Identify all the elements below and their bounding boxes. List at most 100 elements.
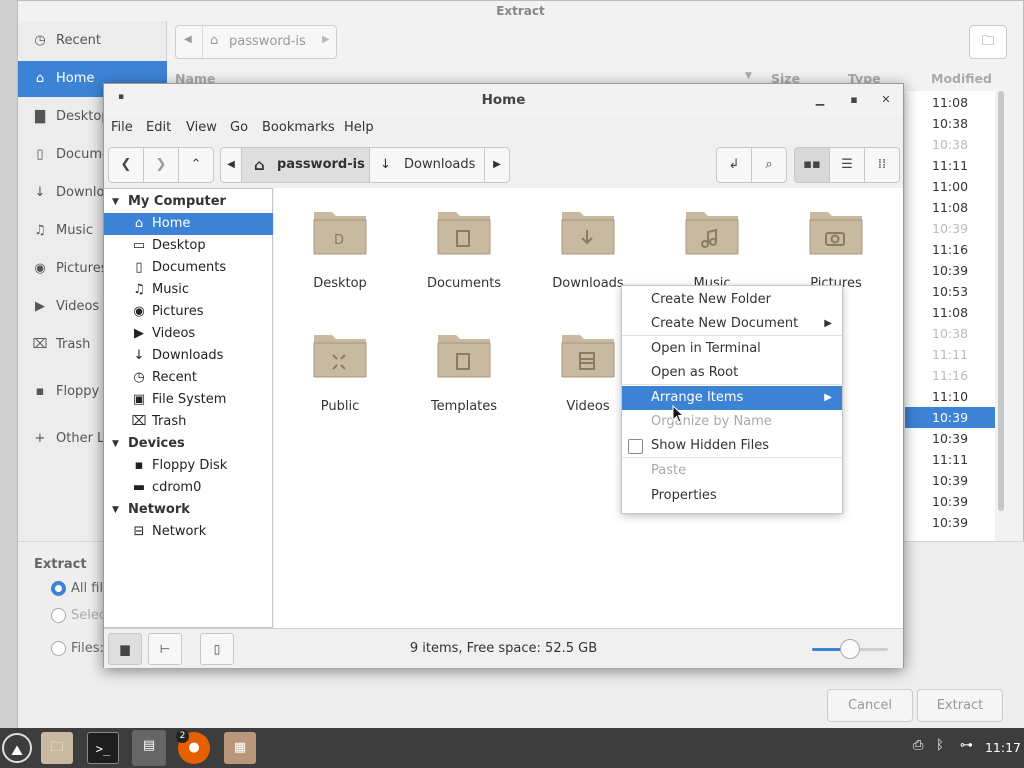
modified-cell[interactable]: 10:39 <box>905 428 995 449</box>
hide-sidebar-button[interactable]: ▯ <box>200 633 234 665</box>
context-menu-item-create-new-folder[interactable]: Create New Folder <box>622 288 842 312</box>
folder-item-templates[interactable]: Templates <box>409 329 519 429</box>
all-files-radio[interactable] <box>51 581 66 596</box>
menu-file[interactable]: File <box>111 120 133 135</box>
modified-cell[interactable]: 10:53 <box>905 281 995 302</box>
context-menu-item-open-in-terminal[interactable]: Open in Terminal <box>622 337 842 361</box>
sidebar-item-trash[interactable]: ⌧ Trash <box>104 411 273 433</box>
modified-cell[interactable]: 11:00 <box>905 176 995 197</box>
sidebar-item-pictures[interactable]: ◉ Pictures <box>104 301 273 323</box>
new-folder-button[interactable]: 🗀 <box>969 25 1007 59</box>
context-menu-item-create-new-document[interactable]: Create New Document ▶ <box>622 312 842 336</box>
modified-cell[interactable]: 11:16 <box>905 365 995 386</box>
menu-edit[interactable]: Edit <box>146 120 171 135</box>
search-button[interactable]: ⌕ <box>751 147 787 183</box>
printer-icon[interactable]: ⎙ <box>913 738 923 753</box>
show-places-button[interactable]: ▆ <box>108 633 142 665</box>
bluetooth-icon[interactable]: ᛒ <box>936 738 944 753</box>
toggle-location-button[interactable]: ↲ <box>716 147 752 183</box>
modified-cell[interactable]: 10:39 <box>905 407 995 428</box>
extract-path-label[interactable]: password-is <box>229 34 306 49</box>
sidebar-item-network[interactable]: ⊟ Network <box>104 521 273 543</box>
folder-item-documents[interactable]: Documents <box>409 206 519 306</box>
extract-button[interactable]: Extract <box>917 689 1003 722</box>
column-modified[interactable]: Modified <box>931 71 992 86</box>
archive-task[interactable]: ▦ <box>224 732 256 764</box>
modified-cell[interactable]: 11:11 <box>905 155 995 176</box>
modified-cell[interactable]: 10:39 <box>905 260 995 281</box>
sidebar-item-documents[interactable]: ▯ Documents <box>104 257 273 279</box>
modified-cell[interactable]: 11:11 <box>905 344 995 365</box>
left-arrow-icon[interactable]: ◀ <box>184 34 192 45</box>
modified-cell[interactable]: 11:11 <box>905 449 995 470</box>
file-cabinet-task[interactable]: ▤ <box>132 730 166 766</box>
modified-cell[interactable]: 10:39 <box>905 470 995 491</box>
modified-cell[interactable]: 11:08 <box>905 197 995 218</box>
modified-cell[interactable]: 10:38 <box>905 113 995 134</box>
cancel-button[interactable]: Cancel <box>827 689 913 722</box>
maximize-button[interactable]: ▪ <box>844 90 864 110</box>
modified-cell[interactable]: 10:39 <box>905 218 995 239</box>
up-button[interactable]: ⌃ <box>178 147 214 183</box>
context-menu-item-arrange-items[interactable]: Arrange Items ▶ <box>622 386 842 410</box>
extract-scrollbar[interactable] <box>998 91 1004 511</box>
crumb-home[interactable]: ⌂ password-is <box>241 147 370 183</box>
modified-cell[interactable]: 10:39 <box>905 512 995 533</box>
sidebar-item-home[interactable]: ⌂ Home <box>104 213 273 235</box>
menu-view[interactable]: View <box>186 120 217 135</box>
sidebar-section-header[interactable]: ▼ My Computer <box>104 191 273 213</box>
list-view-button[interactable]: ☰ <box>829 147 865 183</box>
files-launcher[interactable]: 🗀 <box>41 732 73 764</box>
expander-icon[interactable]: ▼ <box>112 433 119 455</box>
expander-icon[interactable]: ▼ <box>112 499 119 521</box>
terminal-launcher[interactable]: >_ <box>87 732 119 764</box>
clock[interactable]: 11:17 <box>985 728 1021 768</box>
show-hidden-checkbox[interactable] <box>628 439 643 454</box>
expander-icon[interactable]: ▼ <box>112 191 119 213</box>
extract-path-bar[interactable]: ◀ ⌂ password-is ▶ <box>175 25 337 59</box>
zoom-slider-handle[interactable] <box>840 639 860 659</box>
sidebar-item-file-system[interactable]: ▣ File System <box>104 389 273 411</box>
crumb-downloads[interactable]: ↓ Downloads <box>369 147 485 183</box>
network-icon[interactable]: ⊶ <box>960 738 973 753</box>
modified-cell[interactable]: 11:10 <box>905 386 995 407</box>
modified-cell[interactable]: 11:08 <box>905 302 995 323</box>
sidebar-item-floppy-disk[interactable]: ▪ Floppy Disk <box>104 455 273 477</box>
modified-cell[interactable]: 10:38 <box>905 323 995 344</box>
window-menu-icon[interactable]: ▪ <box>118 92 124 102</box>
sidebar-item-cdrom0[interactable]: ▬ cdrom0 <box>104 477 273 499</box>
sidebar-item-videos[interactable]: ▶ Videos <box>104 323 273 345</box>
title-bar[interactable]: Home ▪ ▁ ▪ ✕ <box>104 84 903 116</box>
context-menu-item-properties[interactable]: Properties <box>622 484 842 508</box>
extract-sidebar-item[interactable]: ◷ Recent <box>18 23 167 59</box>
menu-bookmarks[interactable]: Bookmarks <box>262 120 335 135</box>
app-menu-button[interactable]: ⛰ <box>2 733 32 763</box>
compact-view-button[interactable]: ⁞⁞ <box>864 147 900 183</box>
menu-go[interactable]: Go <box>230 120 248 135</box>
crumb-left-button[interactable]: ◀ <box>220 147 242 183</box>
forward-button[interactable]: ❯ <box>143 147 179 183</box>
context-menu-item-open-as-root[interactable]: Open as Root <box>622 361 842 385</box>
sidebar-item-recent[interactable]: ◷ Recent <box>104 367 273 389</box>
folder-item-desktop[interactable]: D Desktop <box>285 206 395 306</box>
crumb-right-button[interactable]: ▶ <box>484 147 510 183</box>
show-tree-button[interactable]: ⊢ <box>148 633 182 665</box>
modified-cell[interactable]: 10:39 <box>905 491 995 512</box>
sidebar-item-downloads[interactable]: ↓ Downloads <box>104 345 273 367</box>
icon-view-button[interactable]: ▪▪ <box>794 147 830 183</box>
sidebar-section-header[interactable]: ▼ Devices <box>104 433 273 455</box>
right-arrow-icon[interactable]: ▶ <box>322 34 330 45</box>
sidebar-item-desktop[interactable]: ▭ Desktop <box>104 235 273 257</box>
selected-files-radio[interactable] <box>51 608 66 623</box>
modified-cell[interactable]: 11:16 <box>905 239 995 260</box>
close-button[interactable]: ✕ <box>876 90 896 110</box>
modified-cell[interactable]: 11:08 <box>905 92 995 113</box>
minimize-button[interactable]: ▁ <box>810 90 830 110</box>
modified-cell[interactable]: 10:38 <box>905 134 995 155</box>
back-button[interactable]: ❮ <box>108 147 144 183</box>
sidebar-item-music[interactable]: ♫ Music <box>104 279 273 301</box>
menu-help[interactable]: Help <box>344 120 374 135</box>
context-menu-item-show-hidden-files[interactable]: Show Hidden Files <box>622 434 842 458</box>
folder-item-public[interactable]: Public <box>285 329 395 429</box>
sidebar-section-header[interactable]: ▼ Network <box>104 499 273 521</box>
